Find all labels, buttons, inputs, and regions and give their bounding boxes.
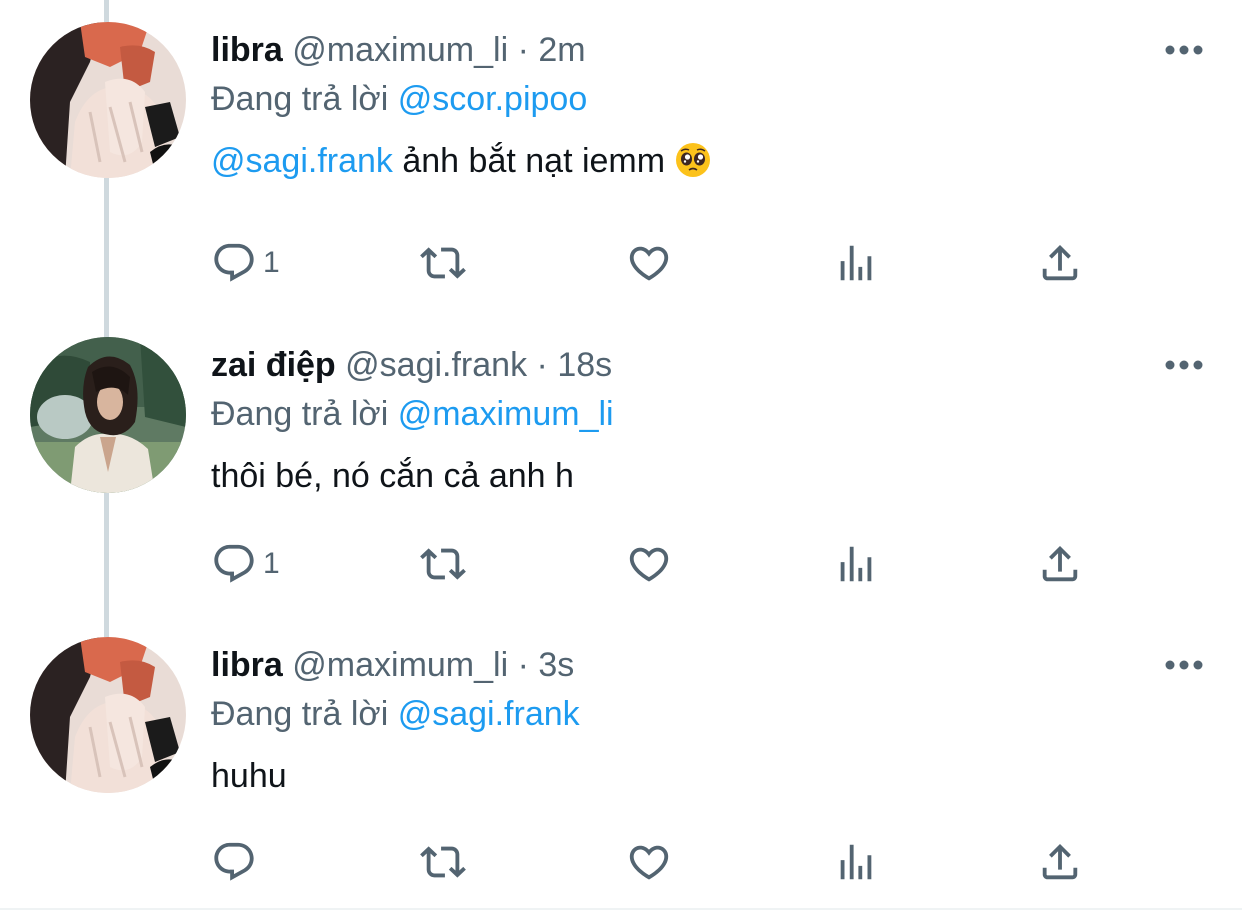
reply-icon <box>214 243 254 282</box>
tweet-actions <box>211 837 1111 887</box>
replying-to-mention[interactable]: @scor.pipoo <box>398 80 588 118</box>
tweet[interactable]: zai điệp @sagi.frank · 18s Đang trả lời … <box>0 315 1242 615</box>
reply-count: 1 <box>263 246 280 279</box>
user-handle[interactable]: @sagi.frank <box>345 346 527 384</box>
share-button[interactable] <box>1037 238 1083 288</box>
retweet-icon <box>420 548 466 580</box>
replying-to-label: Đang trả lời <box>211 80 389 118</box>
timestamp[interactable]: 2m <box>538 31 585 69</box>
timestamp[interactable]: 3s <box>538 646 574 684</box>
more-icon <box>1165 660 1203 670</box>
separator-dot: · <box>517 31 529 69</box>
replying-to-mention[interactable]: @sagi.frank <box>398 695 580 733</box>
tweet-actions: 1 <box>211 238 1111 288</box>
more-icon <box>1165 45 1203 55</box>
views-icon <box>840 546 872 582</box>
reply-button[interactable] <box>211 837 257 887</box>
tweet-content: libra @maximum_li · 2m Đang trả lời @sco… <box>211 28 1202 183</box>
retweet-icon <box>420 846 466 878</box>
views-button[interactable] <box>833 238 879 288</box>
tweet-header: libra @maximum_li · 3s <box>211 643 1202 687</box>
like-icon <box>629 547 669 582</box>
more-icon <box>1165 360 1203 370</box>
share-button[interactable] <box>1037 837 1083 887</box>
reply-count: 1 <box>263 547 280 580</box>
replying-to-mention[interactable]: @maximum_li <box>398 395 614 433</box>
replying-to: Đang trả lời @sagi.frank <box>211 692 1202 736</box>
reply-icon <box>214 544 254 583</box>
separator-dot: · <box>517 646 529 684</box>
replying-to-label: Đang trả lời <box>211 395 389 433</box>
user-handle[interactable]: @maximum_li <box>292 31 508 69</box>
retweet-button[interactable] <box>414 539 472 589</box>
tweet-content: zai điệp @sagi.frank · 18s Đang trả lời … <box>211 343 1202 498</box>
reply-icon <box>214 842 254 881</box>
like-button[interactable] <box>625 539 673 589</box>
divider <box>0 908 1242 910</box>
display-name[interactable]: libra <box>211 31 283 69</box>
separator-dot: · <box>536 346 548 384</box>
more-options-button[interactable] <box>1164 645 1204 685</box>
more-options-button[interactable] <box>1164 30 1204 70</box>
tweet-actions: 1 <box>211 539 1111 589</box>
user-handle[interactable]: @maximum_li <box>292 646 508 684</box>
tweet-header: libra @maximum_li · 2m <box>211 28 1202 72</box>
tweet[interactable]: libra @maximum_li · 3s Đang trả lời @sag… <box>0 615 1242 905</box>
tweet-header: zai điệp @sagi.frank · 18s <box>211 343 1202 387</box>
display-name[interactable]: libra <box>211 646 283 684</box>
views-button[interactable] <box>833 539 879 589</box>
tweet[interactable]: libra @maximum_li · 2m Đang trả lời @sco… <box>0 0 1242 320</box>
views-icon <box>840 844 872 880</box>
replying-to: Đang trả lời @scor.pipoo <box>211 77 1202 121</box>
avatar[interactable] <box>30 22 186 178</box>
views-button[interactable] <box>833 837 879 887</box>
pleading-face-emoji <box>675 142 711 178</box>
display-name[interactable]: zai điệp <box>211 346 336 384</box>
avatar[interactable] <box>30 637 186 793</box>
views-icon <box>840 245 872 281</box>
replying-to-label: Đang trả lời <box>211 695 389 733</box>
tweet-content: libra @maximum_li · 3s Đang trả lời @sag… <box>211 643 1202 798</box>
share-icon <box>1042 545 1078 582</box>
timestamp[interactable]: 18s <box>557 346 612 384</box>
tweet-text: huhu <box>211 757 287 795</box>
retweet-icon <box>420 247 466 279</box>
like-button[interactable] <box>625 238 673 288</box>
avatar[interactable] <box>30 337 186 493</box>
tweet-text: @sagi.frank ảnh bắt nạt iemm <box>211 139 1202 183</box>
tweet-mention[interactable]: @sagi.frank <box>211 142 393 180</box>
like-icon <box>629 845 669 880</box>
replying-to: Đang trả lời @maximum_li <box>211 392 1202 436</box>
share-icon <box>1042 843 1078 880</box>
tweet-text-body: ảnh bắt nạt iemm <box>392 142 675 180</box>
reply-button[interactable]: 1 <box>211 539 280 589</box>
share-icon <box>1042 244 1078 281</box>
reply-button[interactable]: 1 <box>211 238 280 288</box>
like-icon <box>629 246 669 281</box>
retweet-button[interactable] <box>414 837 472 887</box>
like-button[interactable] <box>625 837 673 887</box>
share-button[interactable] <box>1037 539 1083 589</box>
retweet-button[interactable] <box>414 238 472 288</box>
tweet-text: thôi bé, nó cắn cả anh h <box>211 457 574 495</box>
more-options-button[interactable] <box>1164 345 1204 385</box>
